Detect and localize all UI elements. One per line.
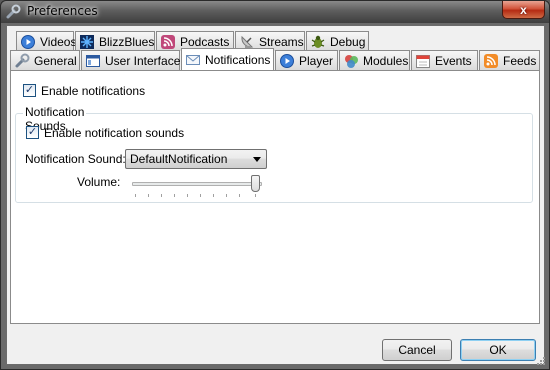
volume-slider-track[interactable]: [132, 182, 262, 186]
ok-button-label: OK: [489, 343, 507, 357]
tab-general[interactable]: General: [10, 50, 80, 70]
tab-label: Videos: [40, 34, 77, 49]
calendar-icon: [416, 54, 430, 68]
preferences-window: Preferences x Videos BlizzBlues Podcasts…: [0, 0, 550, 370]
window-title: Preferences: [27, 4, 98, 18]
enable-notification-sounds-label: Enable notification sounds: [44, 126, 185, 140]
tab-blizzblues[interactable]: BlizzBlues: [75, 31, 155, 51]
tab-label: Notifications: [205, 52, 271, 67]
chevron-down-icon: [253, 157, 261, 162]
modules-icon: [345, 54, 358, 68]
window-icon: [86, 54, 100, 67]
volume-label: Volume:: [77, 175, 121, 189]
slider-tick: [174, 194, 175, 197]
tab-events[interactable]: Events: [411, 50, 478, 70]
title-bar[interactable]: Preferences x: [1, 1, 549, 23]
slider-tick: [161, 194, 162, 197]
slider-tick: [200, 194, 201, 197]
tab-label: User Interface: [105, 53, 181, 68]
slider-tick: [226, 194, 227, 197]
blizzard-icon: [80, 34, 94, 49]
tab-label: Podcasts: [180, 34, 230, 49]
tab-modules[interactable]: Modules: [339, 50, 410, 70]
cancel-button-label: Cancel: [398, 343, 436, 357]
cancel-button[interactable]: Cancel: [382, 339, 452, 361]
tab-label: Player: [299, 53, 334, 68]
notification-sound-select[interactable]: DefaultNotification: [125, 149, 267, 169]
notification-sound-value: DefaultNotification: [130, 152, 228, 166]
tab-label: Modules: [363, 53, 409, 68]
slider-tick: [148, 194, 149, 197]
tab-feeds[interactable]: Feeds: [479, 50, 540, 70]
resize-grip-icon[interactable]: [536, 356, 546, 366]
tab-notifications[interactable]: Notifications: [181, 48, 274, 70]
ok-button[interactable]: OK: [460, 339, 536, 361]
tab-user-interface[interactable]: User Interface: [81, 50, 180, 70]
tab-label: General: [34, 53, 77, 68]
play-circle-icon: [21, 34, 35, 49]
volume-slider-thumb[interactable]: [251, 175, 260, 192]
tab-player[interactable]: Player: [275, 50, 338, 70]
close-icon: x: [520, 2, 527, 17]
tab-label: Feeds: [503, 53, 537, 68]
tab-label: BlizzBlues: [99, 34, 155, 49]
slider-tick: [255, 194, 256, 197]
play-circle-icon: [280, 53, 294, 68]
enable-notification-sounds-checkbox[interactable]: ✓: [26, 126, 39, 139]
tab-debug[interactable]: Debug: [306, 31, 369, 51]
slider-tick: [135, 194, 136, 197]
bug-icon: [311, 35, 325, 48]
wrench-icon: [15, 53, 30, 67]
tab-label: Streams: [259, 34, 304, 49]
slider-tick: [239, 194, 240, 197]
envelope-icon: [186, 54, 200, 65]
notification-sound-label: Notification Sound:: [25, 152, 126, 166]
close-button[interactable]: x: [502, 1, 545, 19]
rss-feed-icon: [484, 53, 498, 68]
slider-tick: [213, 194, 214, 197]
enable-notifications-checkbox[interactable]: ✓: [23, 84, 36, 97]
wrench-icon: [6, 4, 21, 19]
tab-label: Events: [435, 53, 472, 68]
rss-podcast-icon: [161, 34, 175, 49]
slider-tick: [187, 194, 188, 197]
tab-label: Debug: [330, 34, 366, 49]
enable-notifications-label: Enable notifications: [41, 84, 146, 98]
tab-videos[interactable]: Videos: [16, 31, 77, 51]
